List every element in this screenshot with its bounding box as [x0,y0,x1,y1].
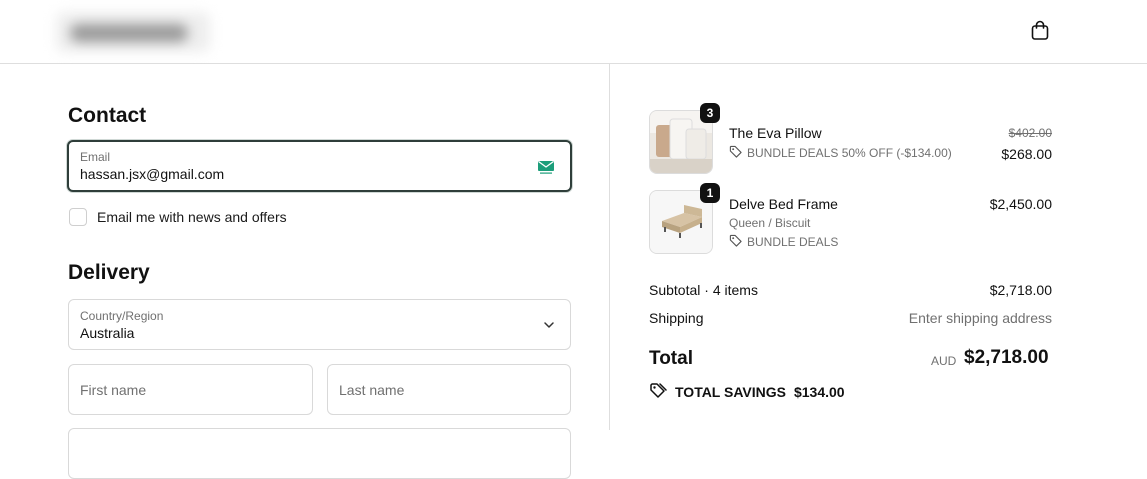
discount-label: BUNDLE DEALS 50% OFF (-$134.00) [747,146,952,160]
country-select[interactable]: Country/Region Australia [68,299,571,350]
email-label: Email [80,150,111,164]
email-field[interactable]: Email hassan.jsx@gmail.com [67,140,572,192]
tag-icon [729,234,742,250]
first-name-input[interactable]: First name [68,364,313,415]
country-value: Australia [80,325,135,341]
product-thumbnail: 3 [649,103,720,174]
email-value[interactable]: hassan.jsx@gmail.com [80,166,224,182]
tag-icon [729,145,742,161]
savings-label: TOTAL SAVINGS [675,383,786,400]
first-name-placeholder: First name [80,382,147,398]
last-name-input[interactable]: Last name [327,364,571,415]
contact-heading: Contact [68,104,147,127]
newsletter-checkbox[interactable] [69,208,87,226]
product-thumbnail: 1 [649,183,720,254]
delivery-heading: Delivery [68,261,150,284]
total-value: $2,718.00 [964,347,1049,368]
shipping-value: Enter shipping address [908,310,1052,326]
order-summary: 3 The Eva Pillow BUNDLE DEALS 50% OFF (-… [609,64,1147,430]
country-label: Country/Region [80,309,164,323]
quantity-badge: 1 [700,183,720,203]
tags-icon [649,382,667,401]
currency-code: AUD [931,354,957,368]
total-savings: TOTAL SAVINGS $134.00 [649,382,845,401]
total-label: Total [649,348,693,369]
header [0,0,1147,64]
product-variant: Queen / Biscuit [729,216,811,230]
shipping-label: Shipping [649,310,704,326]
product-discount: BUNDLE DEALS 50% OFF (-$134.00) [729,145,952,161]
product-price: $268.00 [1001,146,1052,162]
shopping-bag-icon[interactable] [1028,18,1052,42]
store-logo[interactable] [56,12,210,52]
mail-icon [537,159,555,180]
subtotal-label: Subtotal · 4 items [649,282,758,298]
next-field[interactable] [68,428,571,479]
savings-value: $134.00 [793,383,845,400]
product-discount: BUNDLE DEALS [729,234,838,250]
quantity-badge: 3 [700,103,720,123]
original-price: $402.00 [1008,126,1052,140]
product-name: Delve Bed Frame [729,196,838,212]
last-name-placeholder: Last name [339,382,405,398]
discount-label: BUNDLE DEALS [747,235,839,249]
product-price: $2,450.00 [989,196,1052,212]
chevron-down-icon [543,318,555,336]
subtotal-value: $2,718.00 [989,282,1052,298]
checkout-form: Contact Email hassan.jsx@gmail.com Email… [0,64,609,479]
product-name: The Eva Pillow [729,125,822,141]
newsletter-label: Email me with news and offers [97,209,287,225]
